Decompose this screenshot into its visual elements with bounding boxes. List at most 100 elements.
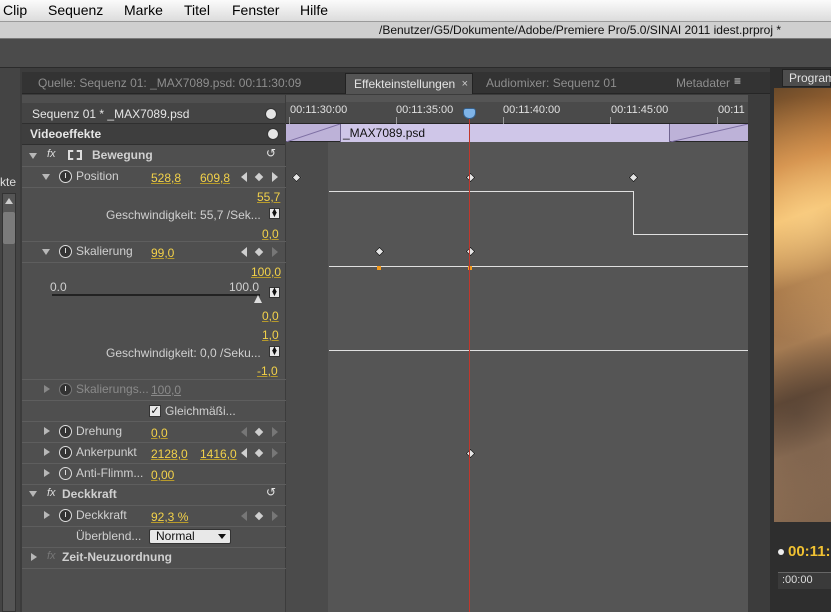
ankerpunkt-prev-keyframe-icon[interactable] [241, 448, 247, 458]
ueberblend-label: Überblend... [76, 529, 142, 543]
tab-effekteinstellungen-label: Effekteinstellungen [354, 77, 456, 91]
position-value-graph-low [633, 234, 748, 235]
motion-transform-icon[interactable] [68, 150, 82, 160]
ankerpunkt-label: Ankerpunkt [76, 445, 137, 459]
skalierung-value-graph [329, 266, 748, 267]
bewegung-label: Bewegung [92, 148, 153, 162]
deckkraft-next-keyframe-icon[interactable] [272, 511, 278, 521]
position-expand-icon[interactable] [42, 174, 50, 180]
skalierung-velocity-max: 1,0 [262, 328, 279, 342]
tab-quelle[interactable]: Quelle: Sequenz 01: _MAX7089.psd: 00:11:… [30, 73, 340, 94]
anti-flimmer-expand-icon[interactable] [44, 469, 50, 477]
skalierung-slider-min: 0.0 [50, 280, 67, 294]
skalierung-stopwatch-icon[interactable] [59, 245, 72, 258]
deckkraft-value[interactable]: 92,3 % [151, 510, 188, 524]
position-x-value[interactable]: 528,8 [151, 171, 181, 185]
reset-deckkraft-icon[interactable]: ↺ [264, 486, 278, 499]
next-keyframe-icon[interactable] [272, 172, 278, 182]
tab-close-icon[interactable]: × [462, 74, 468, 94]
drehung-stopwatch-icon[interactable] [59, 425, 72, 438]
gleichmaessig-label: Gleichmäßi... [165, 404, 236, 418]
drehung-label: Drehung [76, 424, 123, 438]
panel-menu-icon[interactable]: ≡ [734, 74, 741, 88]
ankerpunkt-next-keyframe-icon[interactable] [272, 448, 278, 458]
show-timeline-button[interactable] [265, 108, 277, 120]
deckkraft-label: Deckkraft [76, 508, 127, 522]
skalierung-next-keyframe-icon[interactable] [272, 247, 278, 257]
drehung-value[interactable]: 0,0 [151, 426, 168, 440]
tab-effekteinstellungen[interactable]: Effekteinstellungen × [345, 73, 473, 94]
ankerpunkt-y-value[interactable]: 1416,0 [200, 447, 237, 461]
anti-flimmer-stopwatch-icon[interactable] [59, 467, 72, 480]
anti-flimmer-value[interactable]: 0,00 [151, 468, 174, 482]
skalierung-speed-stepper[interactable]: ▲ ▼ [269, 345, 280, 357]
playhead-line[interactable] [469, 108, 470, 612]
left-scrollbar[interactable] [2, 193, 16, 612]
skal-breite-stopwatch-icon[interactable] [59, 383, 72, 396]
timeline-area [286, 95, 748, 612]
position-speed-stepper[interactable]: ▲ ▼ [269, 207, 280, 219]
zeit-fx-icon[interactable]: fx [47, 550, 56, 562]
program-timecode[interactable]: 00:11: [788, 543, 831, 560]
skal-breite-expand-icon[interactable] [44, 385, 50, 393]
tab-audiomixer[interactable]: Audiomixer: Sequenz 01 [478, 73, 658, 94]
menu-marke[interactable]: Marke [124, 2, 163, 18]
position-y-value[interactable]: 609,8 [200, 171, 230, 185]
bewegung-expand-icon[interactable] [29, 153, 37, 159]
drehung-next-keyframe-icon[interactable] [272, 427, 278, 437]
deckkraft-group-expand-icon[interactable] [29, 491, 37, 497]
ankerpunkt-x-value[interactable]: 2128,0 [151, 447, 188, 461]
menu-clip[interactable]: Clip [3, 2, 27, 18]
clip-transition-out [670, 124, 748, 142]
ankerpunkt-expand-icon[interactable] [44, 448, 50, 456]
ankerpunkt-stopwatch-icon[interactable] [59, 446, 72, 459]
menu-sequenz[interactable]: Sequenz [48, 2, 103, 18]
playhead-handle[interactable] [463, 108, 476, 119]
gleichmaessig-checkbox[interactable]: ✓ [149, 405, 161, 417]
program-monitor-frame-overlay [774, 88, 831, 522]
left-panel-fragment: kte [0, 175, 17, 189]
deckkraft-stopwatch-icon[interactable] [59, 509, 72, 522]
deckkraft-expand-icon[interactable] [44, 511, 50, 519]
menu-hilfe[interactable]: Hilfe [300, 2, 328, 18]
skalierung-slider-thumb[interactable] [253, 295, 262, 303]
position-graph-max: 55,7 [257, 190, 281, 204]
deckkraft-fx-icon[interactable]: fx [47, 487, 56, 499]
fx-icon[interactable]: fx [47, 148, 56, 160]
collapse-video-effects-button[interactable] [267, 128, 279, 140]
scroll-up-icon[interactable] [5, 198, 13, 204]
menu-titel[interactable]: Titel [184, 2, 210, 18]
blend-mode-select[interactable]: Normal [149, 529, 231, 544]
drehung-prev-keyframe-icon[interactable] [241, 427, 247, 437]
deckkraft-group-label: Deckkraft [62, 487, 117, 501]
left-scroll-thumb[interactable] [3, 212, 15, 244]
skalierung-value[interactable]: 99,0 [151, 246, 174, 260]
skalierung-prev-keyframe-icon[interactable] [241, 247, 247, 257]
ruler-label-3: 00:11:45:00 [611, 104, 669, 116]
skal-breite-label: Skalierungs... [76, 382, 149, 396]
clip-name: _MAX7089.psd [343, 126, 426, 140]
anti-flimmer-label: Anti-Flimm... [76, 466, 144, 480]
program-time-ruler[interactable]: :00:00 [778, 572, 831, 589]
ruler-label-2: 00:11:40:00 [503, 104, 561, 116]
tab-program[interactable]: Program [782, 69, 831, 87]
ruler-label-1: 00:11:35:00 [396, 104, 454, 116]
skalierung-slider-track[interactable] [52, 294, 260, 296]
drehung-expand-icon[interactable] [44, 427, 50, 435]
ruler-label-0: 00:11:30:00 [290, 104, 348, 116]
position-stopwatch-icon[interactable] [59, 170, 72, 183]
prev-keyframe-icon[interactable] [241, 172, 247, 182]
clip-transition-in [286, 124, 340, 142]
skalierung-expand-icon[interactable] [42, 249, 50, 255]
toolbar-area [0, 39, 831, 68]
ruler-label-4: 00:11 [718, 104, 745, 116]
menu-fenster[interactable]: Fenster [232, 2, 279, 18]
position-label: Position [76, 169, 119, 183]
skalierung-slider-stepper[interactable]: ▲ ▼ [269, 286, 280, 298]
deckkraft-prev-keyframe-icon[interactable] [241, 511, 247, 521]
tab-metadaten[interactable]: Metadater [668, 73, 743, 94]
zeit-expand-icon[interactable] [31, 553, 37, 561]
timeline-out-of-range [286, 142, 328, 612]
skalierung-graph-point-1[interactable] [377, 266, 381, 270]
reset-bewegung-icon[interactable]: ↺ [264, 147, 278, 160]
